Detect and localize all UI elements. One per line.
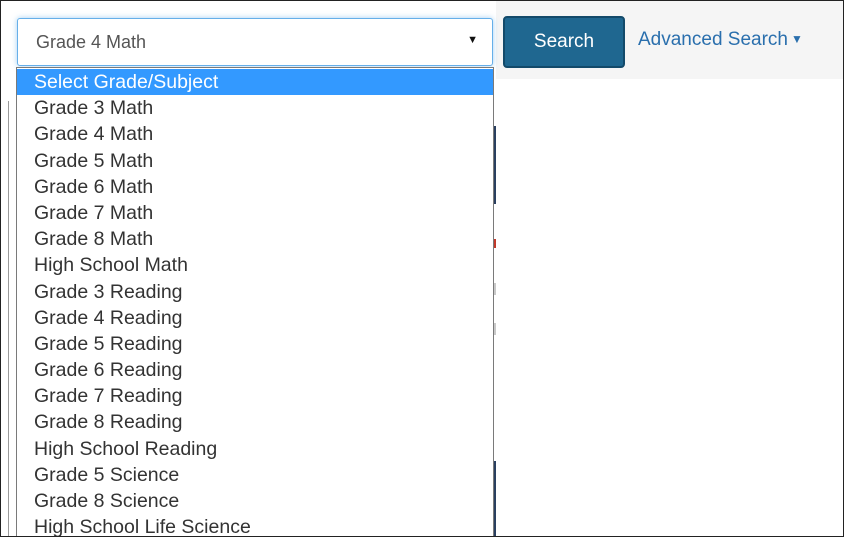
- dropdown-option[interactable]: Grade 7 Reading: [17, 383, 493, 409]
- select-current-value: Grade 4 Math: [36, 32, 147, 52]
- background-content-edge: [494, 126, 496, 204]
- background-content-edge: [494, 283, 496, 295]
- dropdown-option[interactable]: High School Math: [17, 252, 493, 278]
- dropdown-option[interactable]: Grade 4 Math: [17, 121, 493, 147]
- dropdown-option[interactable]: Grade 5 Reading: [17, 331, 493, 357]
- grade-subject-dropdown-list[interactable]: Select Grade/Subject Grade 3 Math Grade 4 …: [16, 67, 494, 536]
- dropdown-option[interactable]: Grade 8 Reading: [17, 409, 493, 435]
- background-content-marker: [494, 239, 496, 248]
- advanced-search-link[interactable]: Advanced Search ▼: [638, 29, 803, 51]
- advanced-search-label: Advanced Search: [638, 29, 788, 50]
- search-button[interactable]: Search: [503, 16, 625, 68]
- grade-subject-select[interactable]: Grade 4 Math ▼: [17, 18, 493, 66]
- background-content-edge: [494, 323, 496, 335]
- dropdown-option[interactable]: Select Grade/Subject: [17, 69, 493, 96]
- dropdown-option[interactable]: Grade 7 Math: [17, 200, 493, 226]
- page-left-border: [8, 101, 9, 536]
- background-content-edge: [494, 461, 496, 536]
- dropdown-option[interactable]: Grade 5 Math: [17, 148, 493, 174]
- dropdown-option[interactable]: High School Life Science: [17, 514, 493, 536]
- dropdown-option[interactable]: Grade 6 Reading: [17, 357, 493, 383]
- dropdown-option[interactable]: Grade 8 Math: [17, 226, 493, 252]
- caret-down-icon: ▼: [791, 32, 803, 46]
- caret-down-icon: ▼: [467, 34, 478, 46]
- page-frame: Grade 4 Math ▼ Search Advanced Search ▼ S…: [0, 0, 844, 537]
- dropdown-option[interactable]: Grade 3 Math: [17, 95, 493, 121]
- dropdown-option[interactable]: Grade 8 Science: [17, 488, 493, 514]
- dropdown-option[interactable]: Grade 3 Reading: [17, 279, 493, 305]
- dropdown-option[interactable]: Grade 4 Reading: [17, 305, 493, 331]
- dropdown-option[interactable]: High School Reading: [17, 436, 493, 462]
- dropdown-option[interactable]: Grade 5 Science: [17, 462, 493, 488]
- dropdown-option[interactable]: Grade 6 Math: [17, 174, 493, 200]
